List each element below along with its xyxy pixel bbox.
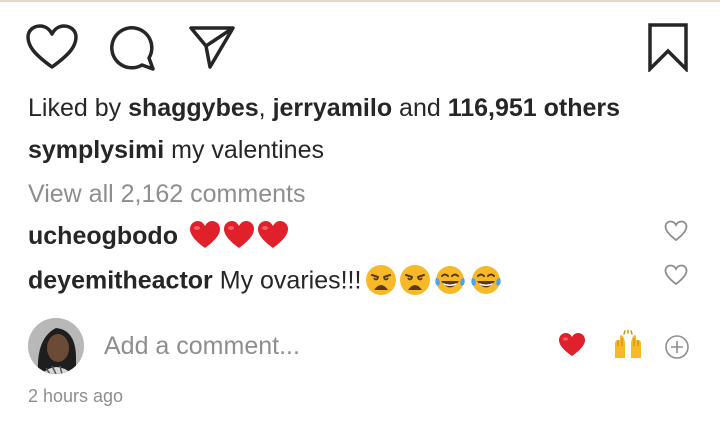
likes-prefix: Liked by — [28, 94, 129, 122]
quick-reaction-raised-hands-icon[interactable] — [612, 329, 644, 365]
view-all-comments-link[interactable]: View all 2,162 comments — [28, 180, 305, 209]
weary-face-emoji — [366, 265, 397, 295]
comment-emoji-group — [189, 220, 289, 250]
top-divider — [0, 0, 720, 2]
comment-item: ucheogbodo — [28, 220, 289, 252]
comment-text: My ovaries!!! — [219, 266, 362, 295]
weary-face-emoji — [400, 265, 431, 295]
post-action-bar — [0, 18, 720, 74]
avatar[interactable] — [28, 318, 84, 374]
comment-username[interactable]: ucheogbodo — [28, 222, 178, 250]
comment-username[interactable]: deyemitheactor — [28, 267, 213, 295]
tears-of-joy-emoji — [471, 266, 502, 294]
caption-username[interactable]: symplysimi — [28, 136, 164, 164]
quick-reaction-heart-icon[interactable] — [558, 332, 586, 363]
red-heart-emoji — [223, 221, 254, 249]
tears-of-joy-emoji — [435, 266, 466, 294]
likes-conjunction: and — [392, 94, 448, 122]
liker-username-1[interactable]: shaggybes — [128, 94, 259, 122]
caption-text: my valentines — [171, 136, 324, 164]
plus-circle-icon[interactable] — [664, 334, 690, 365]
heart-outline-icon[interactable] — [26, 24, 78, 70]
post-caption: symplysimi my valentines — [28, 136, 324, 165]
likes-separator: , — [258, 94, 273, 122]
comment-item: deyemitheactor My ovaries!!! — [28, 264, 503, 298]
likes-others-count[interactable]: 116,951 others — [448, 94, 620, 122]
bookmark-icon[interactable] — [646, 22, 690, 72]
add-comment-input[interactable]: Add a comment... — [104, 332, 300, 361]
red-heart-emoji — [189, 221, 220, 249]
comment-emoji-group — [365, 264, 503, 296]
post-timestamp: 2 hours ago — [28, 386, 124, 406]
likes-summary: Liked by shaggybes, jerryamilo and 116,9… — [28, 94, 620, 123]
paper-plane-icon[interactable] — [188, 24, 236, 70]
red-heart-emoji — [257, 221, 288, 249]
liker-username-2[interactable]: jerryamilo — [273, 94, 393, 122]
comment-like-heart-icon[interactable] — [664, 220, 688, 247]
comment-like-heart-icon[interactable] — [664, 264, 688, 291]
speech-bubble-icon[interactable] — [108, 24, 156, 72]
